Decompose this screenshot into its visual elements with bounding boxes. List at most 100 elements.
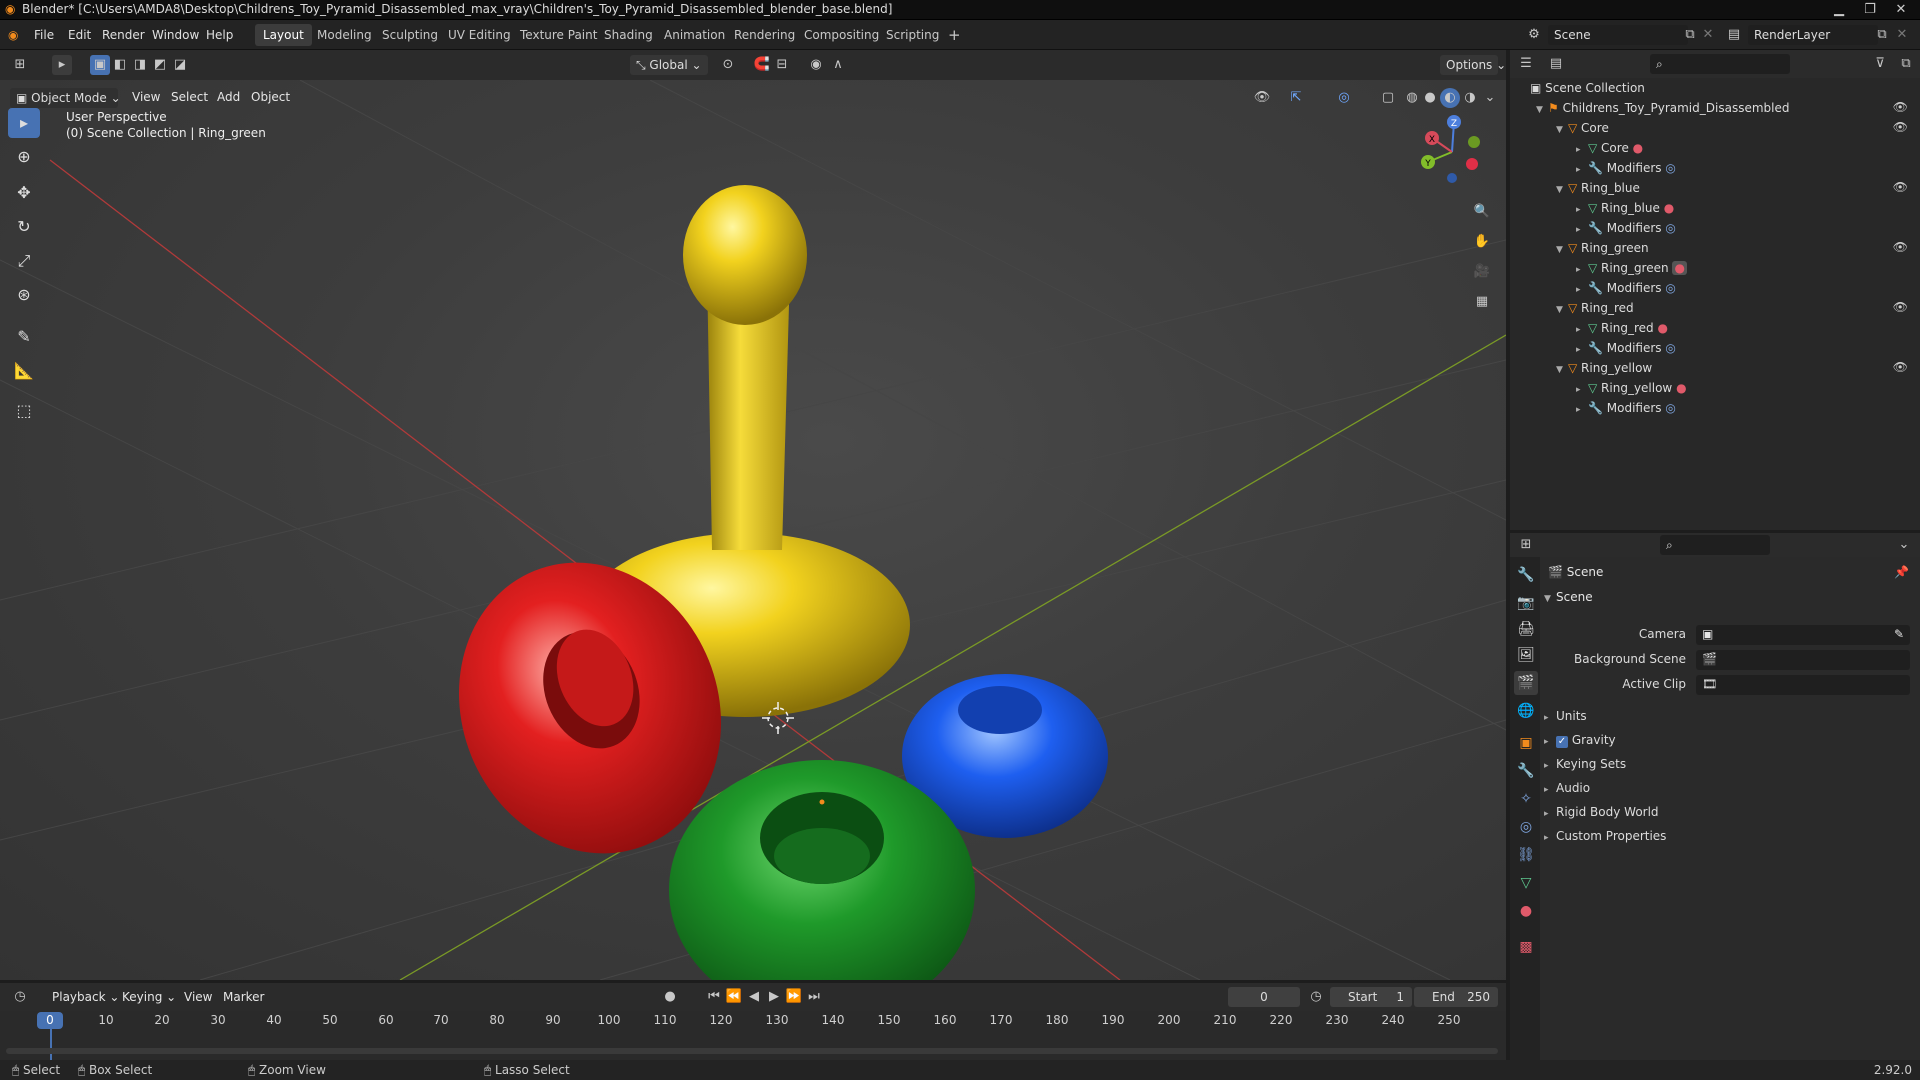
visibility-eye-icon[interactable]: 👁 bbox=[1893, 180, 1908, 194]
mode-subtract-icon[interactable]: ◨ bbox=[130, 55, 150, 75]
solid-shading-icon[interactable]: ● bbox=[1420, 88, 1440, 108]
zoom-icon[interactable]: 🔍 bbox=[1472, 202, 1492, 222]
tab-layout[interactable]: Layout bbox=[255, 24, 312, 46]
scene-browse-icon[interactable]: ⚙ bbox=[1524, 25, 1544, 45]
menu-file[interactable]: File bbox=[34, 20, 54, 50]
tab-modeling[interactable]: Modeling bbox=[309, 24, 380, 46]
jump-end-icon[interactable]: ⏭ bbox=[804, 987, 824, 1007]
end-frame-field[interactable]: End 250 bbox=[1414, 987, 1498, 1007]
tab-sculpting[interactable]: Sculpting bbox=[374, 24, 446, 46]
playhead-line[interactable] bbox=[50, 1028, 52, 1060]
tab-compositing[interactable]: Compositing bbox=[796, 24, 887, 46]
material-tab-icon[interactable]: ● bbox=[1514, 899, 1538, 923]
transform-tool-icon[interactable]: ⊛ bbox=[8, 280, 40, 310]
timeline-scrollbar[interactable] bbox=[6, 1048, 1498, 1054]
visibility-eye-icon[interactable]: 👁 bbox=[1893, 100, 1908, 114]
modifiers-ring-yellow[interactable]: ▸ 🔧 Modifiers ◎ bbox=[1576, 398, 1676, 418]
visibility-eye-icon[interactable]: 👁 bbox=[1893, 120, 1908, 134]
properties-options-icon[interactable]: ⌄ bbox=[1894, 535, 1914, 555]
mode-new-icon[interactable]: ▣ bbox=[90, 55, 110, 75]
render-tab-icon[interactable]: 📷 bbox=[1514, 591, 1538, 615]
mode-invert-icon[interactable]: ◩ bbox=[150, 55, 170, 75]
outliner-object-core[interactable]: ▼ ▽ Core bbox=[1556, 118, 1609, 138]
jump-start-icon[interactable]: ⏮ bbox=[704, 987, 724, 1007]
tab-texture-paint[interactable]: Texture Paint bbox=[512, 24, 605, 46]
falloff-icon[interactable]: ∧ bbox=[828, 55, 848, 75]
snap-target-icon[interactable]: ⊟ bbox=[772, 55, 792, 75]
gizmo-toggle-icon[interactable]: ⇱ bbox=[1286, 88, 1306, 108]
modifiers-ring-blue[interactable]: ▸ 🔧 Modifiers ◎ bbox=[1576, 218, 1676, 238]
menu-add[interactable]: Add bbox=[217, 90, 240, 104]
object-mode-dropdown[interactable]: ▣ Object Mode ⌄ bbox=[10, 88, 121, 108]
navigation-gizmo[interactable]: Z Y X bbox=[1412, 110, 1492, 190]
rigid-body-world-section[interactable]: ▸ Rigid Body World bbox=[1544, 805, 1659, 819]
outliner-search-input[interactable]: ⌕ bbox=[1650, 54, 1790, 74]
mode-intersect-icon[interactable]: ◪ bbox=[170, 55, 190, 75]
background-scene-field[interactable]: 🎬 bbox=[1696, 650, 1910, 670]
delete-view-layer-icon[interactable]: ✕ bbox=[1892, 25, 1912, 45]
modifiers-ring-green[interactable]: ▸ 🔧 Modifiers ◎ bbox=[1576, 278, 1676, 298]
custom-properties-section[interactable]: ▸ Custom Properties bbox=[1544, 829, 1666, 843]
restore-icon[interactable]: ❐ bbox=[1855, 0, 1885, 20]
rendered-shading-icon[interactable]: ◑ bbox=[1460, 88, 1480, 108]
menu-keying[interactable]: Keying ⌄ bbox=[122, 990, 176, 1004]
view-layer-selector[interactable]: RenderLayer bbox=[1748, 25, 1878, 45]
modifiers-ring-red[interactable]: ▸ 🔧 Modifiers ◎ bbox=[1576, 338, 1676, 358]
menu-timeline-view[interactable]: View bbox=[184, 990, 212, 1004]
add-cube-tool-icon[interactable]: ⬚ bbox=[8, 396, 40, 426]
3d-viewport[interactable]: ▣ Object Mode ⌄ View Select Add Object 👁… bbox=[0, 80, 1506, 980]
rotate-tool-icon[interactable]: ↻ bbox=[8, 212, 40, 242]
constraints-tab-icon[interactable]: ⛓ bbox=[1514, 843, 1538, 867]
active-clip-field[interactable]: 🎞 bbox=[1696, 675, 1910, 695]
menu-window[interactable]: Window bbox=[152, 20, 199, 50]
menu-select[interactable]: Select bbox=[171, 90, 208, 104]
menu-render[interactable]: Render bbox=[102, 20, 145, 50]
close-icon[interactable]: ✕ bbox=[1886, 0, 1916, 20]
view-layer-browse-icon[interactable]: ▤ bbox=[1724, 25, 1744, 45]
visibility-eye-icon[interactable]: 👁 bbox=[1893, 300, 1908, 314]
world-tab-icon[interactable]: 🌐 bbox=[1514, 699, 1538, 723]
timeline-editor-icon[interactable]: ◷ bbox=[10, 987, 30, 1007]
menu-marker[interactable]: Marker bbox=[223, 990, 264, 1004]
current-frame-field[interactable]: 0 bbox=[1228, 987, 1300, 1007]
object-tab-icon[interactable]: ▣ bbox=[1514, 731, 1538, 755]
menu-help[interactable]: Help bbox=[206, 20, 233, 50]
delete-scene-icon[interactable]: ✕ bbox=[1698, 25, 1718, 45]
measure-tool-icon[interactable]: 📐 bbox=[8, 356, 40, 386]
output-tab-icon[interactable]: 🖨 bbox=[1514, 617, 1538, 641]
units-section[interactable]: ▸ Units bbox=[1544, 709, 1587, 723]
camera-field[interactable]: ▣ ✎ bbox=[1696, 625, 1910, 645]
properties-editor-icon[interactable]: ⊞ bbox=[1516, 535, 1536, 555]
mesh-data-ring-green[interactable]: ▸ ▽ Ring_green ● bbox=[1576, 258, 1687, 278]
tab-rendering[interactable]: Rendering bbox=[726, 24, 803, 46]
pan-hand-icon[interactable]: ✋ bbox=[1472, 232, 1492, 252]
transform-orientation-dropdown[interactable]: ⤡ Global ⌄ bbox=[630, 55, 708, 75]
scene-selector[interactable]: Scene bbox=[1548, 25, 1688, 45]
gravity-section[interactable]: ▸ ✓ Gravity bbox=[1544, 733, 1616, 748]
outliner-editor-icon[interactable]: ☰ bbox=[1516, 54, 1536, 74]
mesh-data-ring-red[interactable]: ▸ ▽ Ring_red ● bbox=[1576, 318, 1668, 338]
gravity-checkbox[interactable]: ✓ bbox=[1556, 736, 1568, 748]
overlays-icon[interactable]: ◎ bbox=[1334, 88, 1354, 108]
mesh-data-ring-blue[interactable]: ▸ ▽ Ring_blue ● bbox=[1576, 198, 1674, 218]
tool-tab-icon[interactable]: 🔧 bbox=[1514, 563, 1538, 587]
shading-options-icon[interactable]: ⌄ bbox=[1480, 88, 1500, 108]
editor-type-icon[interactable]: ⊞ bbox=[10, 55, 30, 75]
blender-menu-icon[interactable]: ◉ bbox=[8, 20, 18, 50]
camera-view-icon[interactable]: 🎥 bbox=[1472, 262, 1492, 282]
properties-search-input[interactable]: ⌕ bbox=[1660, 535, 1770, 555]
visibility-eye-icon[interactable]: 👁 bbox=[1893, 240, 1908, 254]
keying-sets-section[interactable]: ▸ Keying Sets bbox=[1544, 757, 1626, 771]
texture-tab-icon[interactable]: ▩ bbox=[1514, 935, 1538, 959]
add-workspace-icon[interactable]: + bbox=[940, 24, 969, 46]
annotate-tool-icon[interactable]: ✎ bbox=[8, 322, 40, 352]
collection-item[interactable]: ▼ ⚑ Childrens_Toy_Pyramid_Disassembled bbox=[1536, 98, 1789, 118]
outliner-object-ring-blue[interactable]: ▼ ▽ Ring_blue bbox=[1556, 178, 1640, 198]
modifier-tab-icon[interactable]: 🔧 bbox=[1514, 759, 1538, 783]
particles-tab-icon[interactable]: ✧ bbox=[1514, 787, 1538, 811]
prev-keyframe-icon[interactable]: ⏪ bbox=[724, 987, 744, 1007]
pin-icon[interactable]: 📌 bbox=[1894, 565, 1909, 579]
move-tool-icon[interactable]: ✥ bbox=[8, 178, 40, 208]
scene-collection-item[interactable]: ▣ Scene Collection bbox=[1530, 78, 1645, 98]
tab-animation[interactable]: Animation bbox=[656, 24, 733, 46]
